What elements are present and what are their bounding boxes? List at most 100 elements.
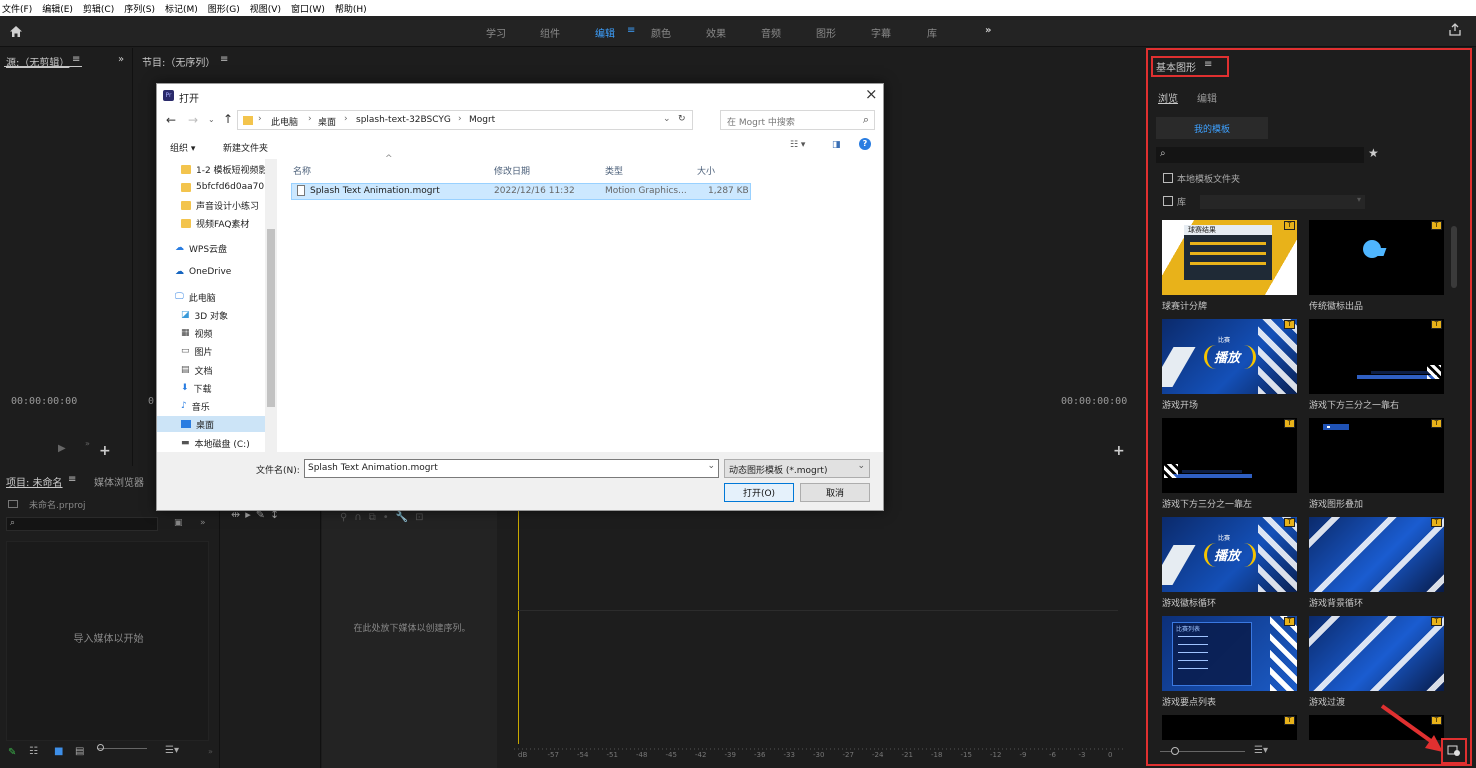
workspace-tab-editing[interactable]: 编辑 xyxy=(595,25,615,40)
new-bin-icon[interactable]: ▣ xyxy=(174,518,183,528)
add-button-icon[interactable]: + xyxy=(1113,443,1125,459)
tree-label: WPS云盘 xyxy=(189,244,228,255)
menu-edit[interactable]: 编辑(E) xyxy=(42,2,73,15)
tree-item-folder-1[interactable]: 1-2 模板短视频影 xyxy=(181,161,268,177)
back-icon[interactable]: ← xyxy=(166,113,176,127)
freeform-view-icon[interactable]: ▤ xyxy=(75,746,84,757)
tree-item-videos[interactable]: ▦ 视频 xyxy=(181,325,213,341)
chevron-icon[interactable]: » xyxy=(200,518,206,528)
menu-view[interactable]: 视图(V) xyxy=(250,2,281,15)
dialog-search-input[interactable]: 在 Mogrt 中搜索 ⌕ xyxy=(720,110,875,130)
workspace-tab-color[interactable]: 颜色 xyxy=(651,25,671,40)
tree-item-music[interactable]: ♪ 音乐 xyxy=(181,398,210,414)
workspace-tab-assembly[interactable]: 组件 xyxy=(540,25,560,40)
breadcrumb-splash-folder[interactable]: splash-text-32BSCYG xyxy=(356,115,451,125)
file-type: Motion Graphics... xyxy=(605,186,687,196)
forward-icon[interactable]: → xyxy=(188,113,198,127)
organize-button[interactable]: 组织 ▾ xyxy=(170,141,195,154)
pencil-icon[interactable]: ✎ xyxy=(8,747,16,758)
panel-more-icon[interactable]: » xyxy=(118,54,124,65)
project-tab[interactable]: 项目: 未命名 xyxy=(6,474,63,489)
refresh-icon[interactable]: ↻ xyxy=(678,114,686,124)
project-tab-menu-icon[interactable]: ≡ xyxy=(68,474,76,485)
tree-item-onedrive[interactable]: ☁ OneDrive xyxy=(175,264,231,280)
chevron-down-icon[interactable]: ⌄ xyxy=(663,114,671,124)
tree-item-downloads[interactable]: ⬇ 下载 xyxy=(181,380,212,396)
workspace-tab-audio[interactable]: 音频 xyxy=(761,25,781,40)
add-button-icon[interactable]: + xyxy=(99,443,111,459)
menu-marker[interactable]: 标记(M) xyxy=(165,2,198,15)
preview-pane-icon[interactable]: ◨ xyxy=(832,140,841,150)
new-folder-button[interactable]: 新建文件夹 xyxy=(223,141,268,154)
column-modified[interactable]: 修改日期 xyxy=(494,164,530,177)
menu-file[interactable]: 文件(F) xyxy=(2,2,32,15)
play-icon[interactable]: ▶ xyxy=(58,443,66,454)
tree-item-pictures[interactable]: ▭ 图片 xyxy=(181,343,213,359)
breadcrumb-mogrt[interactable]: Mogrt xyxy=(469,115,495,125)
program-panel-menu-icon[interactable]: ≡ xyxy=(220,54,228,65)
address-bar[interactable]: › 此电脑 › 桌面 › splash-text-32BSCYG › Mogrt… xyxy=(237,110,693,130)
program-panel-title[interactable]: 节目:（无序列） xyxy=(142,54,215,69)
workspace-tab-captions[interactable]: 字幕 xyxy=(871,25,891,40)
workspace-tab-learn[interactable]: 学习 xyxy=(486,25,506,40)
tree-item-local-disk[interactable]: ▬ 本地磁盘 (C:) xyxy=(181,435,250,451)
tree-item-this-pc[interactable]: 🖵 此电脑 xyxy=(175,289,216,305)
tree-item-wps-cloud[interactable]: ☁ WPS云盘 xyxy=(175,240,227,256)
column-name[interactable]: 名称 xyxy=(293,164,311,177)
chevron-right-icon: › xyxy=(308,114,312,124)
source-panel-menu-icon[interactable]: ≡ xyxy=(72,54,80,65)
media-browser-tab[interactable]: 媒体浏览器 xyxy=(94,474,144,489)
column-type[interactable]: 类型 xyxy=(605,164,623,177)
zoom-slider-handle[interactable] xyxy=(97,744,104,751)
tree-item-desktop[interactable]: 桌面 xyxy=(157,416,265,432)
menu-graphics[interactable]: 图形(G) xyxy=(208,2,240,15)
more-controls-icon[interactable]: » xyxy=(208,747,213,756)
workspace-tab-graphics[interactable]: 图形 xyxy=(816,25,836,40)
scrollbar-thumb[interactable] xyxy=(267,229,275,407)
list-view-icon[interactable]: ☷ xyxy=(29,746,38,757)
file-row[interactable]: Splash Text Animation.mogrt 2022/12/16 1… xyxy=(291,183,751,200)
share-icon[interactable] xyxy=(1448,23,1462,37)
column-size[interactable]: 大小 xyxy=(697,164,715,177)
cancel-button[interactable]: 取消 xyxy=(800,483,870,502)
tree-item-folder-3[interactable]: 声音设计小练习 xyxy=(181,197,259,213)
menu-help[interactable]: 帮助(H) xyxy=(335,2,367,15)
tree-item-folder-4[interactable]: 视频FAQ素材 xyxy=(181,215,249,231)
tree-item-folder-2[interactable]: 5bfcfd6d0aa70 xyxy=(181,179,264,195)
filename-input[interactable]: Splash Text Animation.mogrt ⌄ xyxy=(304,459,719,478)
workspace-menu-icon[interactable]: ≡ xyxy=(627,25,635,36)
open-button[interactable]: 打开(O) xyxy=(724,483,794,502)
icon-view-icon[interactable]: ■ xyxy=(54,746,63,757)
sort-icon[interactable]: ☰▾ xyxy=(165,745,179,756)
desktop-icon xyxy=(181,420,191,428)
timeline-tools-icons[interactable]: ⚲∩⧉•🔧⊡ xyxy=(340,512,431,523)
workspace-more-button[interactable]: » xyxy=(985,25,991,36)
zoom-slider[interactable] xyxy=(97,748,147,749)
more-controls-icon[interactable]: » xyxy=(85,439,90,448)
menu-sequence[interactable]: 序列(S) xyxy=(124,2,155,15)
project-file-icon xyxy=(8,500,18,508)
tree-item-3d-objects[interactable]: ◪ 3D 对象 xyxy=(181,307,228,323)
chevron-down-icon[interactable]: ⌄ xyxy=(707,461,715,471)
up-icon[interactable]: ↑ xyxy=(223,112,233,126)
breadcrumb-desktop[interactable]: 桌面 xyxy=(318,115,336,128)
breadcrumb-this-pc[interactable]: 此电脑 xyxy=(271,115,298,128)
chevron-right-icon: › xyxy=(458,114,462,124)
tree-scrollbar[interactable] xyxy=(265,159,277,452)
menu-window[interactable]: 窗口(W) xyxy=(291,2,325,15)
help-icon[interactable]: ? xyxy=(859,138,871,150)
project-search-input[interactable]: ⌕ xyxy=(6,517,158,531)
menu-clip[interactable]: 剪辑(C) xyxy=(83,2,114,15)
timeline-panel: ⚲∩⧉•🔧⊡ 在此处放下媒体以创建序列。 xyxy=(322,468,497,768)
meter-tick-label: dB xyxy=(518,751,527,759)
close-icon[interactable]: × xyxy=(865,85,878,103)
workspace-tab-effects[interactable]: 效果 xyxy=(706,25,726,40)
tree-item-documents[interactable]: ▤ 文档 xyxy=(181,362,213,378)
filetype-select[interactable]: 动态图形模板 (*.mogrt) ⌄ xyxy=(724,459,870,478)
project-drop-area[interactable]: 导入媒体以开始 xyxy=(6,541,209,741)
view-options-icon[interactable]: ☷ ▾ xyxy=(790,140,805,150)
workspace-tab-libraries[interactable]: 库 xyxy=(927,25,937,40)
video-icon: ▦ xyxy=(181,328,190,338)
recent-dropdown-icon[interactable]: ⌄ xyxy=(208,115,215,124)
home-icon[interactable] xyxy=(9,25,23,38)
